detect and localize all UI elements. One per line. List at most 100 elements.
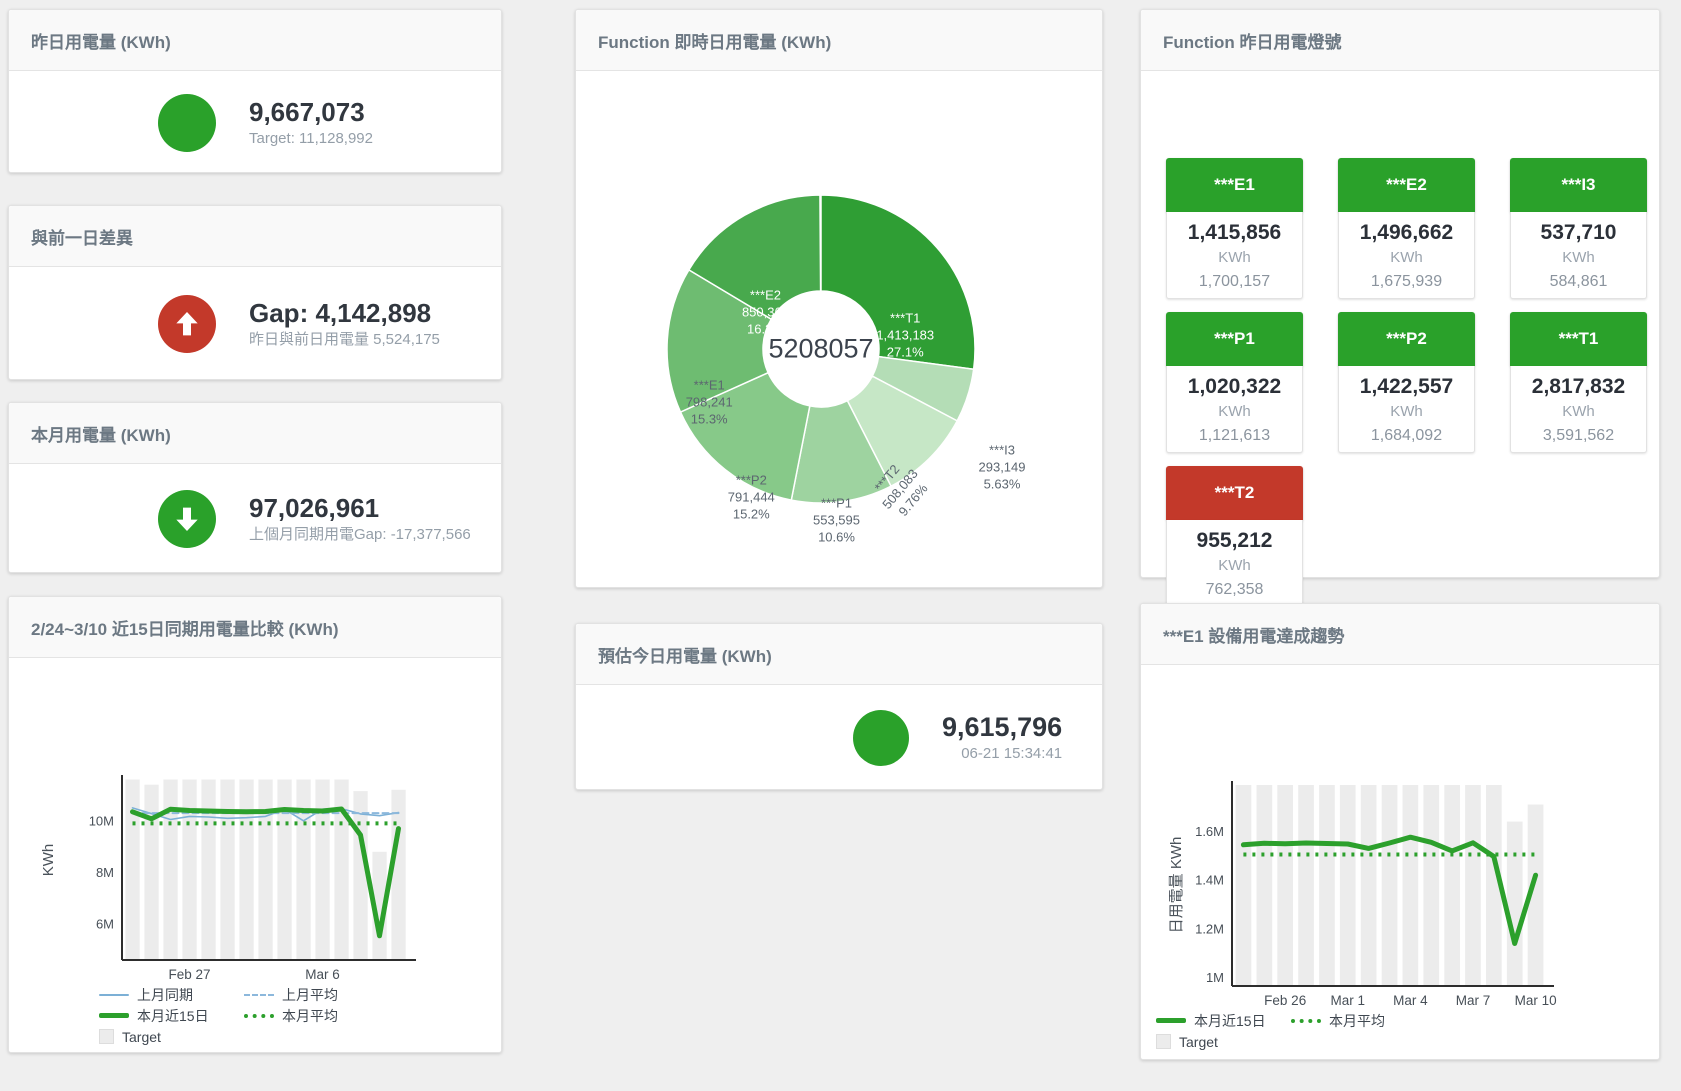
- status-tile: ***E2 1,496,662 KWh 1,675,939: [1338, 158, 1475, 299]
- tile-label: ***P1: [1214, 329, 1255, 349]
- y-tick-label: 1.4M: [1195, 873, 1224, 888]
- tile-body: 1,020,322 KWh 1,121,613: [1166, 366, 1303, 453]
- stat-text: 9,615,796 06-21 15:34:41: [942, 712, 1062, 764]
- panel-header[interactable]: 2/24~3/10 近15日同期用電量比較 (KWh): [9, 597, 501, 658]
- legend-label: 本月近15日: [1194, 1011, 1266, 1031]
- status-tile: ***T2 955,212 KWh 762,358: [1166, 466, 1303, 607]
- target-bar: [182, 780, 196, 960]
- tile-header: ***I3: [1510, 158, 1647, 212]
- target-bar: [1257, 785, 1273, 985]
- tile-unit: KWh: [1339, 400, 1474, 424]
- tile-value: 1,415,856: [1167, 219, 1302, 246]
- panel-body: Gap: 4,142,898 昨日與前日用電量 5,524,175: [9, 267, 501, 381]
- tile-body: 955,212 KWh 762,358: [1166, 520, 1303, 607]
- stat-text: 97,026,961 上個月同期用電Gap: -17,377,566: [249, 493, 471, 545]
- x-tick-label: Feb 27: [168, 967, 210, 982]
- legend-item[interactable]: 上月平均: [244, 985, 389, 1005]
- forecast-value: 9,615,796: [942, 712, 1062, 742]
- tile-target: 762,358: [1167, 578, 1302, 602]
- tile-body: 1,415,856 KWh 1,700,157: [1166, 212, 1303, 299]
- panel-body: ***E1 1,415,856 KWh 1,700,157 ***E2 1,49…: [1141, 71, 1659, 579]
- target-bar: [1507, 822, 1523, 985]
- tile-value: 1,020,322: [1167, 373, 1302, 400]
- legend-line-swatch: [244, 1014, 274, 1018]
- panel-body: 9,615,796 06-21 15:34:41: [576, 685, 1102, 791]
- tile-body: 1,496,662 KWh 1,675,939: [1338, 212, 1475, 299]
- panel-title: 本月用電量 (KWh): [31, 421, 171, 446]
- panel-title: 預估今日用電量 (KWh): [598, 642, 772, 667]
- gap-subtitle: 昨日與前日用電量 5,524,175: [249, 330, 440, 350]
- target-bar: [201, 780, 215, 960]
- down-arrow-icon: [158, 490, 216, 548]
- panel-title: Function 即時日用電量 (KWh): [598, 28, 831, 53]
- donut-slice-label: ***I3293,1495.63%: [979, 441, 1026, 492]
- target-bar: [315, 780, 329, 960]
- legend-item[interactable]: Target: [1156, 1034, 1291, 1050]
- panel-header[interactable]: 與前一日差異: [9, 206, 501, 267]
- tile-unit: KWh: [1511, 400, 1646, 424]
- target-bar: [296, 780, 310, 960]
- gap-value: Gap: 4,142,898: [249, 298, 440, 328]
- target-bar: [239, 780, 253, 960]
- legend-item[interactable]: 上月同期: [99, 985, 244, 1005]
- legend-line-swatch: [1156, 1018, 1186, 1023]
- dashboard: 昨日用電量 (KWh) 9,667,073 Target: 11,128,992…: [0, 0, 1681, 1091]
- tile-header: ***E1: [1166, 158, 1303, 212]
- panel-header[interactable]: 預估今日用電量 (KWh): [576, 624, 1102, 685]
- donut-center-total: 5208057: [768, 334, 873, 365]
- target-bar: [1340, 785, 1356, 985]
- status-tile: ***P2 1,422,557 KWh 1,684,092: [1338, 312, 1475, 453]
- month-subtitle: 上個月同期用電Gap: -17,377,566: [249, 525, 471, 545]
- x-tick-label: Mar 1: [1331, 993, 1366, 1008]
- panel-forecast: 預估今日用電量 (KWh) 9,615,796 06-21 15:34:41: [575, 623, 1103, 790]
- tile-target: 584,861: [1511, 270, 1646, 294]
- forecast-timestamp: 06-21 15:34:41: [942, 744, 1062, 764]
- panel-header[interactable]: Function 即時日用電量 (KWh): [576, 10, 1102, 71]
- panel-header[interactable]: 昨日用電量 (KWh): [9, 10, 501, 71]
- legend-item[interactable]: 本月平均: [244, 1006, 389, 1026]
- legend-item[interactable]: 本月近15日: [99, 1006, 244, 1026]
- status-tile: ***I3 537,710 KWh 584,861: [1510, 158, 1647, 299]
- trend-chart[interactable]: 1M1.2M1.4M1.6MFeb 26Mar 1Mar 4Mar 7Mar 1…: [1141, 665, 1661, 1062]
- y-tick-label: 1M: [1206, 970, 1224, 985]
- tile-value: 2,817,832: [1511, 373, 1646, 400]
- tile-header: ***P1: [1166, 312, 1303, 366]
- panel-header[interactable]: Function 昨日用電燈號: [1141, 10, 1659, 71]
- legend-label: Target: [1179, 1034, 1218, 1050]
- target-bar: [163, 780, 177, 960]
- status-tile: ***E1 1,415,856 KWh 1,700,157: [1166, 158, 1303, 299]
- tile-unit: KWh: [1511, 246, 1646, 270]
- legend-item[interactable]: 本月平均: [1291, 1011, 1426, 1031]
- legend-line-swatch: [244, 994, 274, 996]
- x-tick-label: Mar 4: [1393, 993, 1428, 1008]
- tile-body: 537,710 KWh 584,861: [1510, 212, 1647, 299]
- legend-label: 上月平均: [282, 985, 338, 1005]
- y-tick-label: 10M: [89, 813, 114, 828]
- tile-label: ***P2: [1386, 329, 1427, 349]
- y-tick-label: 1.6M: [1195, 824, 1224, 839]
- target-bar: [1465, 785, 1481, 985]
- tile-value: 955,212: [1167, 527, 1302, 554]
- legend-label: 上月同期: [137, 985, 193, 1005]
- legend-label: Target: [122, 1029, 161, 1045]
- panel-status-lights: Function 昨日用電燈號 ***E1 1,415,856 KWh 1,70…: [1140, 9, 1660, 578]
- legend-item[interactable]: 本月近15日: [1156, 1011, 1291, 1031]
- target-bar: [220, 780, 234, 960]
- tile-target: 1,675,939: [1339, 270, 1474, 294]
- panel-header[interactable]: 本月用電量 (KWh): [9, 403, 501, 464]
- tile-body: 2,817,832 KWh 3,591,562: [1510, 366, 1647, 453]
- target-bar: [125, 780, 139, 960]
- target-bar: [144, 785, 158, 959]
- legend-item[interactable]: Target: [99, 1029, 244, 1045]
- tile-header: ***T2: [1166, 466, 1303, 520]
- legend-line-swatch: [99, 1013, 129, 1018]
- y-axis-label: KWh: [40, 844, 57, 877]
- target-bar: [1403, 785, 1419, 985]
- tile-target: 3,591,562: [1511, 424, 1646, 448]
- panel-title: 2/24~3/10 近15日同期用電量比較 (KWh): [31, 615, 339, 640]
- tile-target: 1,700,157: [1167, 270, 1302, 294]
- panel-header[interactable]: ***E1 設備用電達成趨勢: [1141, 604, 1659, 665]
- x-tick-label: Feb 26: [1264, 993, 1306, 1008]
- panel-body: 6M8M10MFeb 27Mar 6KWh 上月同期上月平均本月近15日本月平均…: [9, 658, 501, 1054]
- status-tile: ***P1 1,020,322 KWh 1,121,613: [1166, 312, 1303, 453]
